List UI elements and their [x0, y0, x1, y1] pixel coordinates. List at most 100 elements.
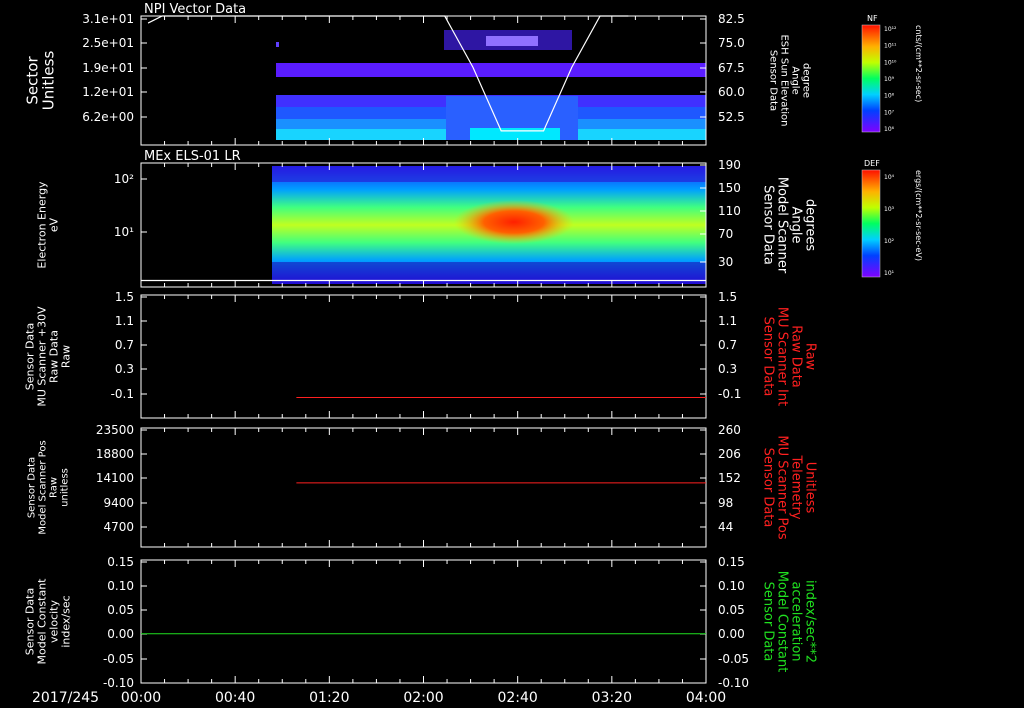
y2label-line: Raw	[803, 343, 818, 371]
ylabel-line: Unitless	[40, 51, 58, 111]
colorbar-tick-label: 10¹²	[884, 26, 897, 33]
colorbar-tick-label: 10¹	[884, 270, 895, 277]
colorbar-tick-label: 10¹⁰	[884, 59, 897, 66]
y2-tick-label: 52.5	[718, 110, 745, 124]
time-tick-label: 02:40	[497, 690, 537, 706]
y-tick-label: 1.2e+01	[82, 85, 134, 99]
y2label-line: index/sec**2	[803, 580, 818, 663]
ylabel-line: eV	[48, 217, 61, 232]
y2-tick-label: -0.05	[718, 652, 749, 666]
ylabel-line: Model Scanner Pos	[38, 440, 49, 534]
date-label: 2017/245	[32, 690, 99, 706]
y2-tick-label: 0.00	[718, 627, 745, 641]
y2-tick-label: 30	[718, 255, 733, 269]
y-tick-label: 1.1	[115, 314, 134, 328]
time-tick-label: 04:00	[686, 690, 726, 706]
y2-tick-label: 152	[718, 471, 741, 485]
panel-3-frame	[140, 294, 707, 419]
y2-tick-label: 75.0	[718, 36, 745, 50]
y2-tick-label: 0.15	[718, 555, 745, 569]
panel-5-frame	[140, 559, 707, 684]
ylabel-line: index/sec	[60, 595, 73, 647]
colorbar-tick-label: 10⁴	[884, 174, 895, 181]
colorbar-nf-units: cnts/(cm**2-sr-sec)	[914, 25, 923, 102]
panel-2-title: MEx ELS-01 LR	[144, 149, 241, 164]
y2-tick-label: 67.5	[718, 61, 745, 75]
y2label-line: Sensor Data	[761, 185, 776, 265]
y-tick-label: 0.7	[115, 338, 134, 352]
colorbar-nf-ticks: 10¹² 10¹¹ 10¹⁰ 10⁹ 10⁸ 10⁷ 10⁶	[884, 26, 897, 133]
y-tick-label: 18800	[96, 447, 134, 461]
y2-tick-label: 206	[718, 447, 741, 461]
y-tick-label: 0.3	[115, 362, 134, 376]
y-tick-label: 6.2e+00	[82, 110, 134, 124]
y2-tick-label: 0.10	[718, 579, 745, 593]
ylabel-line: Raw	[60, 345, 73, 368]
time-tick-label: 03:20	[592, 690, 632, 706]
y2-tick-label: 1.5	[718, 290, 737, 304]
y2label-line: Telemetry	[789, 454, 804, 519]
colorbar-nf-label: NF	[867, 14, 878, 23]
y2label-line: MU Scanner Int	[775, 307, 790, 406]
y-tick-label: 9400	[103, 496, 134, 510]
y2-tick-label: 1.1	[718, 314, 737, 328]
y-tick-label: 0.10	[107, 579, 134, 593]
colorbar-tick-label: 10⁷	[884, 109, 895, 116]
y-tick-label: 1.9e+01	[82, 61, 134, 75]
panel1-heatmap	[276, 30, 706, 140]
panel-1-title: NPI Vector Data	[144, 2, 246, 17]
colorbar-tick-label: 10⁶	[884, 126, 895, 133]
y2label-line: Sensor Data	[761, 317, 776, 397]
y-tick-label: 23500	[96, 423, 134, 437]
y-tick-label: -0.10	[103, 676, 134, 690]
y2-tick-label: 110	[718, 204, 741, 218]
y2-tick-label: 260	[718, 423, 741, 437]
y2-tick-label: 190	[718, 158, 741, 172]
ylabel-line: Sensor Data	[27, 457, 38, 518]
y-tick-label: 10¹	[114, 225, 134, 239]
y-tick-label: 4700	[103, 520, 134, 534]
y-tick-label: 3.1e+01	[82, 12, 134, 26]
y2-tick-label: 0.7	[718, 338, 737, 352]
y2-tick-label: 150	[718, 181, 741, 195]
y2label-line: degrees	[803, 199, 818, 252]
colorbar-tick-label: 10²	[884, 238, 895, 245]
y2label-line: Sensor Data	[768, 50, 779, 111]
y2-tick-label: -0.1	[718, 387, 741, 401]
colorbar-tick-label: 10¹¹	[884, 43, 897, 50]
y2-tick-label: 0.3	[718, 362, 737, 376]
y2label-line: acceleration	[789, 581, 804, 661]
ylabel-line: unitless	[60, 468, 71, 507]
y2label-line: Angle	[790, 66, 801, 94]
panel2-heatmap	[272, 166, 706, 284]
panel-4-frame	[140, 427, 707, 548]
y2label-line: Angle	[789, 207, 804, 244]
colorbar-def-ticks: 10⁴ 10³ 10² 10¹	[884, 174, 895, 277]
y-tick-label: 10²	[114, 172, 134, 186]
y-tick-label: 0.15	[107, 555, 134, 569]
y2-tick-label: 98	[718, 496, 733, 510]
y2-tick-label: 70	[718, 227, 733, 241]
colorbar-tick-label: 10⁸	[884, 93, 895, 100]
y2label-line: Model Constant	[775, 571, 790, 673]
colorbar-nf: NF 10¹² 10¹¹ 10¹⁰ 10⁹ 10⁸ 10⁷ 10⁶ cnts/(cm**2-…	[861, 14, 923, 133]
y2-tick-label: 44	[718, 520, 733, 534]
y2-tick-label: 0.05	[718, 603, 745, 617]
y-tick-label: 14100	[96, 471, 134, 485]
colorbar-tick-label: 10³	[884, 206, 895, 213]
time-tick-label: 02:00	[403, 690, 443, 706]
y2label-line: Model Scanner	[775, 177, 790, 274]
time-tick-label: 01:20	[309, 690, 349, 706]
y2-tick-label: -0.10	[718, 676, 749, 690]
y2label-line: Unitless	[803, 462, 818, 514]
colorbar-def: DEF 10⁴ 10³ 10² 10¹ ergs/(cm**2-sr-sec-eV)	[861, 159, 923, 278]
y2label-line: Sensor Data	[761, 448, 776, 528]
time-tick-label: 00:40	[215, 690, 255, 706]
y-tick-label: 0.00	[107, 627, 134, 641]
colorbar-def-units: ergs/(cm**2-sr-sec-eV)	[914, 170, 923, 261]
y2-tick-label: 60.0	[718, 85, 745, 99]
y-tick-label: 2.5e+01	[82, 36, 134, 50]
y-tick-label: 1.5	[115, 290, 134, 304]
y2label-line: MU Scanner Pos	[775, 435, 790, 540]
multi-panel-chart: NF 10¹² 10¹¹ 10¹⁰ 10⁹ 10⁸ 10⁷ 10⁶ cnts/(cm**2-…	[24, 2, 924, 706]
